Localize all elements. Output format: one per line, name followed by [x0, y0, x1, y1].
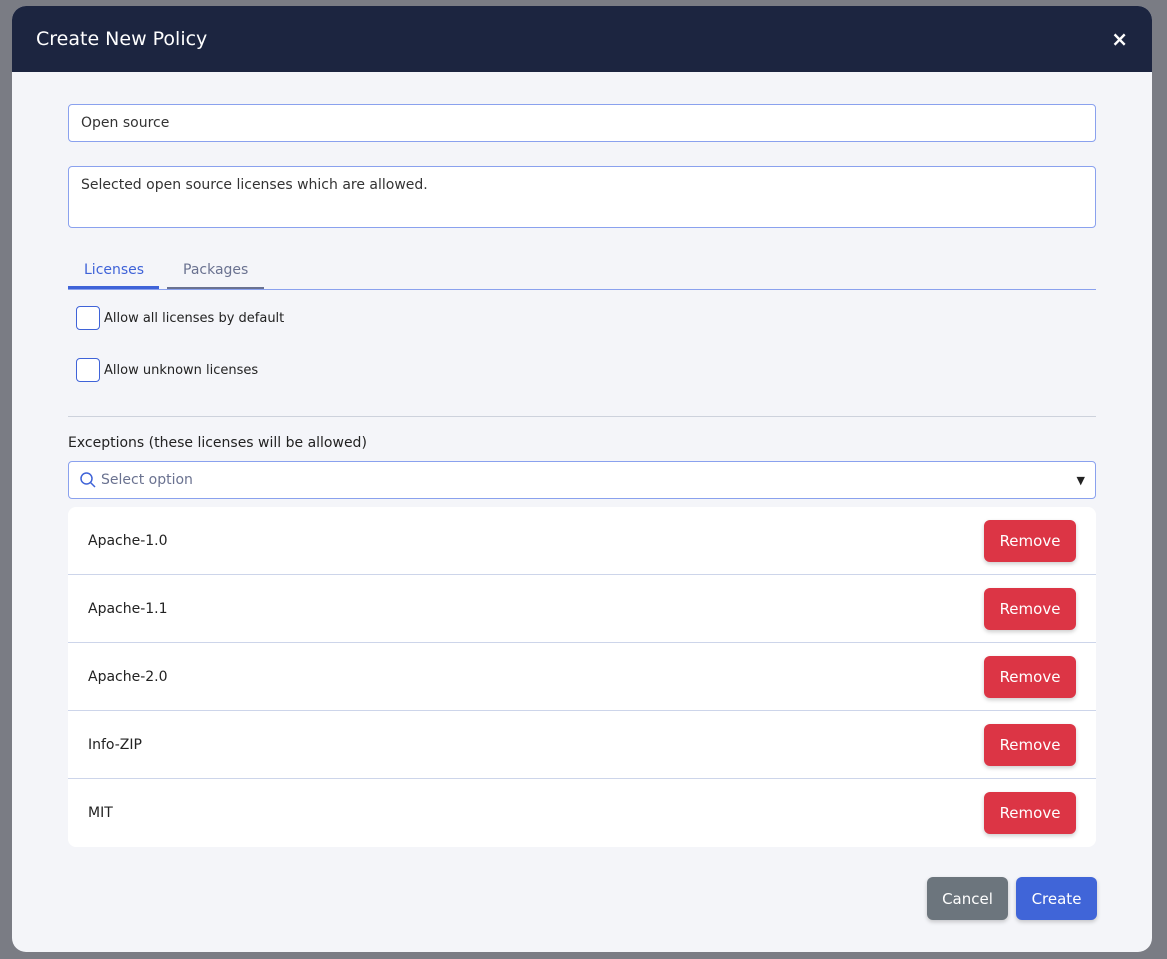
policy-description-textarea[interactable]: Selected open source licenses which are … [68, 166, 1096, 228]
allow-unknown-label: Allow unknown licenses [104, 362, 259, 378]
tab-bar: Licenses Packages [68, 256, 1096, 290]
allow-all-checkbox[interactable] [76, 306, 100, 330]
license-name: Apache-2.0 [88, 668, 168, 685]
remove-button[interactable]: Remove [984, 519, 1076, 562]
tab-licenses[interactable]: Licenses [68, 256, 159, 289]
remove-button[interactable]: Remove [984, 723, 1076, 766]
license-select[interactable]: Select option ▼ [68, 461, 1096, 499]
select-placeholder: Select option [101, 472, 193, 488]
allow-unknown-licenses-option[interactable]: Allow unknown licenses [68, 358, 1096, 382]
modal-footer: Cancel Create [927, 877, 1097, 920]
license-name: Apache-1.0 [88, 532, 168, 549]
search-icon [80, 472, 96, 488]
divider [68, 416, 1096, 417]
modal-header: Create New Policy × [12, 6, 1152, 72]
cancel-button[interactable]: Cancel [927, 877, 1008, 920]
policy-name-input[interactable]: Open source [68, 104, 1096, 142]
list-item: MIT Remove [68, 779, 1096, 847]
list-item: Info-ZIP Remove [68, 711, 1096, 779]
tab-packages[interactable]: Packages [167, 256, 264, 289]
list-item: Apache-1.0 Remove [68, 507, 1096, 575]
list-item: Apache-2.0 Remove [68, 643, 1096, 711]
license-name: Apache-1.1 [88, 600, 168, 617]
remove-button[interactable]: Remove [984, 792, 1076, 834]
allow-all-licenses-option[interactable]: Allow all licenses by default [68, 306, 1096, 330]
remove-button[interactable]: Remove [984, 587, 1076, 630]
exceptions-list: Apache-1.0 Remove Apache-1.1 Remove Apache… [68, 507, 1096, 847]
allow-all-label: Allow all licenses by default [104, 310, 285, 326]
chevron-down-icon[interactable]: ▼ [1077, 474, 1085, 487]
exceptions-label: Exceptions (these licenses will be allow… [68, 435, 367, 451]
license-name: Info-ZIP [88, 736, 142, 753]
license-name: MIT [88, 805, 113, 821]
close-icon[interactable]: × [1111, 27, 1128, 51]
list-item: Apache-1.1 Remove [68, 575, 1096, 643]
create-button[interactable]: Create [1016, 877, 1097, 920]
modal-title: Create New Policy [36, 28, 208, 50]
create-policy-modal: Create New Policy × Open source Selected… [12, 6, 1152, 952]
remove-button[interactable]: Remove [984, 655, 1076, 698]
allow-unknown-checkbox[interactable] [76, 358, 100, 382]
